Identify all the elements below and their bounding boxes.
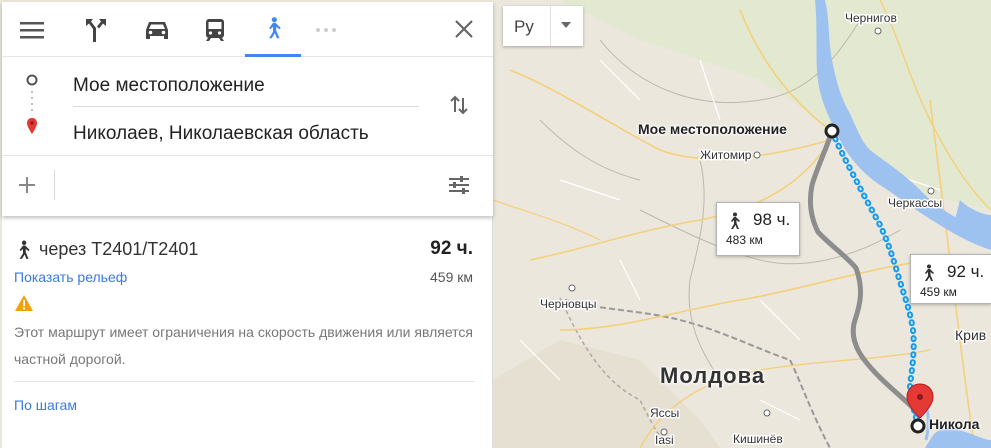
city-label-chisinau: Кишинёв — [733, 432, 783, 446]
hamburger-menu-icon — [20, 21, 44, 38]
close-directions-button[interactable] — [449, 14, 479, 44]
main-route-info-box[interactable]: 92 ч. 459 км — [910, 254, 991, 304]
warning-icon — [15, 295, 33, 311]
country-label-moldova: Молдова — [660, 363, 766, 388]
city-label-chernivtsi: Черновцы — [540, 297, 597, 311]
destination-input[interactable]: Николаев, Николаевская область — [2, 110, 493, 156]
car-icon — [146, 21, 168, 39]
mode-transit-button[interactable] — [187, 2, 243, 57]
destination-map-label: Никола — [929, 416, 980, 432]
city-label-kryvyi: Крив — [955, 327, 986, 343]
walk-icon — [19, 240, 30, 259]
alt-route-distance: 483 км — [726, 233, 763, 247]
language-select[interactable]: Ру — [503, 6, 583, 46]
plus-icon — [19, 177, 35, 193]
menu-button[interactable] — [4, 2, 60, 57]
mode-best-route-button[interactable] — [68, 2, 124, 57]
route-via: через Т2401/Т2401 — [39, 239, 199, 259]
mode-walk-button[interactable] — [245, 2, 301, 57]
swap-directions-button[interactable] — [444, 90, 474, 120]
more-icon — [316, 27, 336, 32]
language-value: Ру — [514, 17, 534, 36]
origin-input[interactable]: Мое местоположение — [2, 62, 493, 108]
main-route-distance: 459 км — [920, 285, 957, 299]
add-destination-button[interactable] — [12, 170, 42, 200]
origin-marker[interactable] — [824, 123, 840, 139]
city-label-cherkasy: Черкассы — [888, 196, 942, 210]
chevron-down-icon — [561, 22, 571, 28]
mode-more-button[interactable] — [298, 2, 354, 57]
route-warning-text: Этот маршрут имеет ограничения на скорос… — [14, 324, 473, 367]
walk-icon — [731, 212, 740, 229]
walk-icon — [925, 264, 934, 281]
city-label-chernihiv: Чернигов — [845, 11, 897, 25]
divider — [54, 170, 55, 200]
divider — [14, 381, 475, 382]
destination-value: Николаев, Николаевская область — [73, 123, 369, 144]
city-label-zhytomyr: Житомир — [700, 148, 752, 162]
language-divider — [550, 6, 551, 46]
city-label-iasi-ru: Яссы — [650, 406, 679, 420]
origin-underline — [73, 106, 419, 107]
origin-map-label: Мое местоположение — [638, 121, 787, 137]
mode-car-button[interactable] — [129, 2, 185, 57]
city-label-iasi: Iasi — [655, 433, 674, 447]
next-route-option-peek[interactable] — [14, 438, 484, 448]
options-sliders-icon — [449, 176, 469, 194]
alt-route-info-box[interactable]: 98 ч. 483 км — [716, 202, 800, 256]
travel-mode-bar — [2, 2, 493, 57]
transit-icon — [206, 18, 224, 41]
alt-route-duration: 98 ч. — [753, 210, 791, 229]
walk-icon — [269, 17, 281, 39]
show-relief-link[interactable]: Показать рельеф — [14, 269, 127, 285]
main-route-duration: 92 ч. — [947, 262, 985, 281]
swap-icon — [450, 95, 468, 115]
route-options-button[interactable] — [444, 170, 474, 200]
route-duration: 92 ч. — [430, 238, 473, 259]
divider — [2, 155, 493, 156]
route-list: через Т2401/Т2401 92 ч. Показать рельеф … — [2, 216, 493, 448]
origin-value: Мое местоположение — [73, 75, 265, 96]
step-by-step-link[interactable]: По шагам — [14, 397, 77, 413]
directions-panel: Мое местоположение Николаев, Николаевска… — [2, 2, 493, 216]
route-distance: 459 км — [430, 269, 473, 285]
destination-marker[interactable] — [910, 418, 926, 434]
close-icon — [455, 20, 473, 38]
best-route-icon — [86, 18, 106, 42]
